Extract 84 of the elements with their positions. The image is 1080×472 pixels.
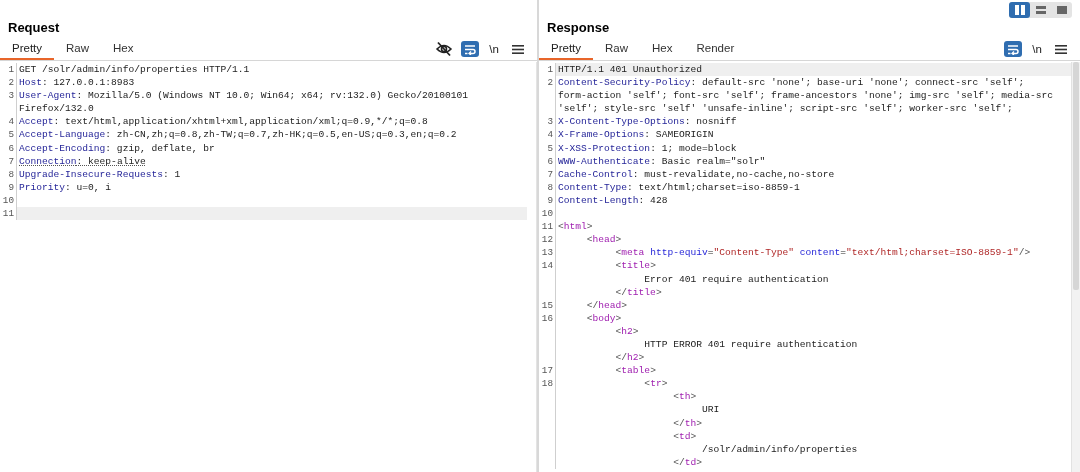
code-line: X-XSS-Protection: 1; mode=block — [557, 141, 738, 155]
code-line: <title> — [614, 259, 657, 273]
code-line: form-action 'self'; font-src 'self'; frame-ancestors 'none'; img-src 'self'; media-src — [557, 89, 1055, 103]
line-number: 8 — [0, 167, 17, 181]
code-line: Accept: text/html,application/xhtml+xml,application/xml;q=0.9,*/*;q=0.8 — [18, 115, 429, 129]
newline-button[interactable]: \n — [485, 41, 503, 57]
code-line: <html> — [557, 220, 594, 234]
tab[interactable]: Hex — [101, 38, 146, 60]
line-number: 15 — [539, 298, 556, 312]
code-line: </th> — [672, 416, 703, 430]
code-line: URI — [700, 403, 721, 417]
code-line: <th> — [672, 390, 698, 404]
wrap-button[interactable] — [461, 41, 479, 57]
wrap-button[interactable] — [1004, 41, 1022, 57]
tab[interactable]: Render — [684, 38, 747, 60]
code-line: <body> — [585, 311, 623, 325]
line-number: 7 — [539, 167, 556, 181]
code-line: 'self'; style-src 'self' 'unsafe-inline'; script-src 'self'; worker-src 'self'; — [557, 102, 1014, 116]
code-line: User-Agent: Mozilla/5.0 (Windows NT 10.0; Win64; x64; rv:132.0) Gecko/20100101 — [18, 89, 470, 103]
line-number: 4 — [539, 128, 556, 142]
line-number: 12 — [539, 233, 556, 247]
columns-layout-button[interactable] — [1009, 2, 1030, 18]
tab[interactable]: Pretty — [539, 38, 594, 60]
code-line: Accept-Encoding: gzip, deflate, br — [18, 141, 216, 155]
newline-button[interactable]: \n — [1028, 41, 1046, 57]
code-line: Firefox/132.0 — [18, 102, 95, 116]
code-line: Priority: u=0, i — [18, 180, 113, 194]
code-line: <head> — [585, 233, 623, 247]
line-number: 2 — [539, 76, 556, 90]
code-line: </h2> — [614, 351, 646, 365]
line-number: 17 — [539, 364, 556, 378]
two-columns-icon — [1013, 4, 1026, 16]
code-line: X-Content-Type-Options: nosniff — [557, 115, 738, 129]
line-number: 10 — [539, 207, 556, 221]
line-number: 13 — [539, 246, 556, 260]
code-line: WWW-Authenticate: Basic realm="solr" — [557, 154, 767, 168]
code-line: Content-Type: text/html;charset=iso-8859-1 — [557, 180, 801, 194]
code-line: Cache-Control: must-revalidate,no-cache,no-store — [557, 167, 836, 181]
line-number: 6 — [0, 141, 17, 155]
two-rows-icon — [1034, 4, 1047, 16]
line-number: 11 — [539, 220, 556, 234]
tab[interactable]: Hex — [640, 38, 685, 60]
line-number: 18 — [539, 377, 556, 391]
code-line: <h2> — [614, 324, 640, 338]
code-line: Content-Security-Policy: default-src 'none'; base-uri 'none'; connect-src 'self'; — [557, 76, 1026, 90]
line-number: 4 — [0, 115, 17, 129]
line-number: 10 — [0, 193, 17, 208]
line-number: 2 — [0, 76, 17, 90]
code-line: <tr> — [643, 377, 669, 391]
code-line: <td> — [672, 429, 698, 443]
code-line: /solr/admin/info/properties — [700, 442, 859, 456]
line-number: 6 — [539, 154, 556, 168]
code-line: GET /solr/admin/info/properties HTTP/1.1 — [18, 63, 251, 77]
line-number: 7 — [0, 154, 17, 168]
line-number: 9 — [539, 193, 556, 208]
tab[interactable]: Pretty — [0, 38, 55, 60]
eye-slash-icon[interactable] — [433, 41, 455, 57]
code-line: Upgrade-Insecure-Requests: 1 — [18, 167, 182, 181]
line-number: 1 — [0, 63, 17, 77]
panel-title: Request — [7, 19, 61, 37]
line-number: 5 — [0, 128, 17, 142]
line-number: 8 — [539, 180, 556, 194]
code-line: Connection: keep-alive — [18, 154, 147, 168]
panel-title: Response — [546, 19, 611, 37]
line-number: 14 — [539, 259, 556, 273]
tab[interactable]: Raw — [593, 38, 641, 60]
code-line: <table> — [614, 364, 657, 378]
line-number: 3 — [0, 89, 17, 103]
code-line: Content-Length: 428 — [557, 193, 669, 208]
code-line: </td> — [672, 455, 703, 469]
code-line: Accept-Language: zh-CN,zh;q=0.8,zh-TW;q=0.7,zh-HK;q=0.5,en-US;q=0.3,en;q=0.2 — [18, 128, 458, 142]
code-line: Error 401 require authentication — [643, 272, 830, 286]
code-line: X-Frame-Options: SAMEORIGIN — [557, 128, 715, 142]
line-number: 5 — [539, 141, 556, 155]
tab[interactable]: Raw — [54, 38, 102, 60]
code-line: <meta http-equiv="Content-Type" content="text/html;charset=ISO-8859-1"/> — [614, 246, 1032, 260]
code-line: HTTP ERROR 401 require authentication — [643, 337, 859, 352]
line-number: 3 — [539, 115, 556, 129]
single-pane-icon — [1055, 4, 1068, 16]
line-number: 16 — [539, 311, 556, 325]
code-line: Host: 127.0.0.1:8983 — [18, 76, 136, 90]
line-number: 9 — [0, 180, 17, 194]
code-line: </title> — [614, 285, 663, 299]
code-line: </head> — [585, 298, 629, 312]
